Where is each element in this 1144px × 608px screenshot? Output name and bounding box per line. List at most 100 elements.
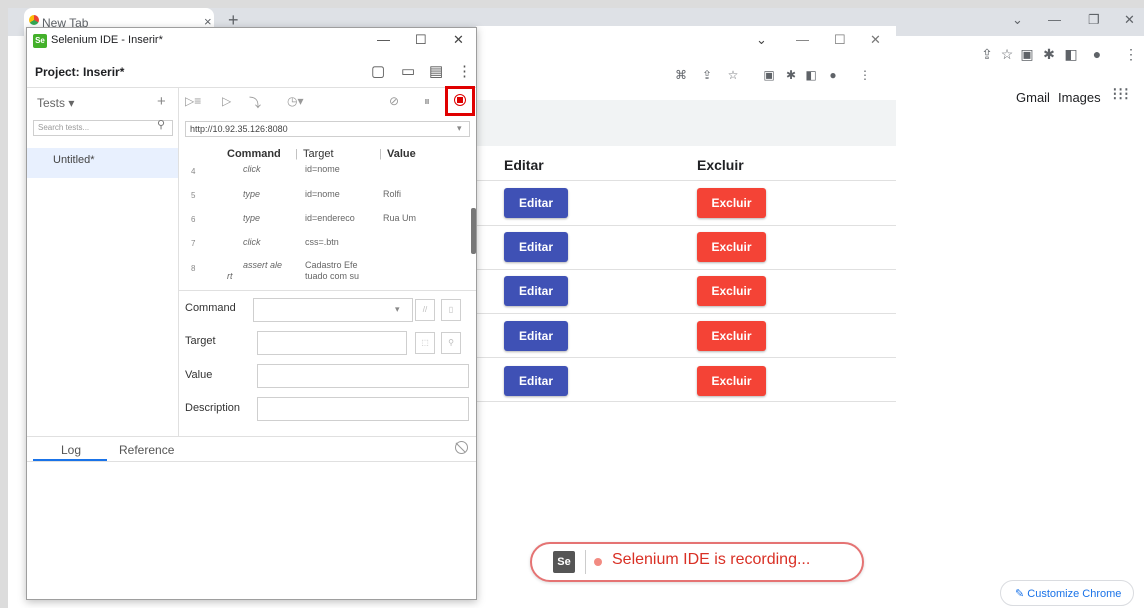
selenium-ide-window: Se Selenium IDE - Inserir* — ☐ ✕ Project… [26,27,477,600]
share-icon[interactable]: ⇪ [978,46,996,63]
delete-button[interactable]: Excluir [697,276,766,306]
command-grid-scrollbar[interactable] [471,208,476,254]
app-profile-icon[interactable]: ● [824,68,842,82]
find-target-icon[interactable]: ⚲ [441,332,461,354]
app-close-icon[interactable]: ✕ [870,32,881,48]
command-name[interactable]: click [243,164,261,174]
side-panel-icon[interactable]: ◧ [1062,46,1080,63]
column-header-editar: Editar [504,157,544,173]
command-name[interactable]: type [243,213,260,223]
apps-grid-icon[interactable]: ⁝⁝⁝ [1112,84,1129,105]
tab-reference[interactable]: Reference [119,443,174,457]
delete-button[interactable]: Excluir [697,366,766,396]
app-share-icon[interactable]: ⇪ [698,68,716,82]
grid-header-target: Target [303,148,334,160]
tab-log[interactable]: Log [61,443,81,457]
customize-chrome-button[interactable]: ✎ Customize Chrome [1000,580,1134,606]
command-name[interactable]: click [243,237,261,247]
pill-divider [585,550,586,574]
grid-column-divider: | [379,148,382,160]
app-extension-icon[interactable]: ▣ [760,68,778,82]
minimize-icon[interactable]: — [1048,12,1061,27]
edit-button[interactable]: Editar [504,232,568,262]
chevron-down-icon[interactable]: ⌄ [1012,12,1023,28]
command-target[interactable]: id=nome [305,189,340,199]
customize-label: Customize Chrome [1027,588,1122,600]
command-name[interactable]: assert ale [243,260,282,270]
command-value[interactable]: Rolfi [383,189,401,199]
app-kebab-icon[interactable]: ⋮ [856,68,874,82]
speed-timer-icon[interactable]: ◷▾ [287,94,304,108]
disable-breakpoints-icon[interactable]: ⊘ [389,94,399,108]
edit-button[interactable]: Editar [504,366,568,396]
tests-dropdown[interactable]: Tests ▾ [37,96,74,110]
new-project-icon[interactable]: ▢ [371,62,385,80]
search-tests-input[interactable]: Search tests... [33,120,173,136]
chrome-icon [28,14,40,26]
more-options-icon[interactable]: ⋮ [457,62,472,80]
images-link[interactable]: Images [1058,90,1101,105]
kebab-menu-icon[interactable]: ⋮ [1122,46,1140,63]
close-window-icon[interactable]: ✕ [1124,12,1135,28]
app-side-panel-icon[interactable]: ◧ [802,68,820,82]
command-row-number: 7 [191,239,196,248]
pause-on-exception-icon[interactable]: ⏸ [424,94,430,109]
delete-button[interactable]: Excluir [697,188,766,218]
ide-close-icon[interactable]: ✕ [453,32,464,48]
app-maximize-icon[interactable]: ☐ [834,32,846,48]
project-name[interactable]: Project: Inserir* [35,65,124,79]
star-icon[interactable]: ☆ [998,46,1016,63]
command-dropdown-icon[interactable]: ▾ [395,304,400,315]
grid-column-divider: | [295,148,298,160]
edit-button[interactable]: Editar [504,321,568,351]
command-target[interactable]: id=endereco [305,213,355,223]
delete-button[interactable]: Excluir [697,321,766,351]
command-select[interactable] [253,298,413,322]
command-row-number: 4 [191,167,196,176]
app-star-icon[interactable]: ☆ [724,68,742,82]
command-target[interactable]: css=.btn [305,237,339,247]
profile-icon[interactable]: ● [1088,46,1106,62]
command-row-number: 8 [191,264,196,273]
toggle-comment-icon[interactable]: // [415,299,435,321]
save-project-icon[interactable]: ▤ [429,62,443,80]
run-all-tests-icon[interactable]: ▷≡ [185,94,201,108]
target-field-label: Target [185,335,216,347]
open-project-icon[interactable]: ▭ [401,62,415,80]
edit-button[interactable]: Editar [504,188,568,218]
translate-icon[interactable]: ⌘ [672,68,690,82]
restore-icon[interactable]: ❐ [1088,12,1100,28]
app-minimize-icon[interactable]: — [796,32,809,47]
grid-header-command: Command [227,148,281,160]
command-target[interactable]: id=nome [305,164,340,174]
recording-dot-icon [594,558,602,566]
description-input[interactable] [257,397,469,421]
select-target-icon[interactable]: ⬚ [415,332,435,354]
ide-maximize-icon[interactable]: ☐ [415,32,427,48]
add-test-icon[interactable]: + [157,93,166,110]
ide-minimize-icon[interactable]: — [377,32,390,47]
description-field-label: Description [185,402,241,414]
row-divider [476,269,896,270]
run-current-test-icon[interactable]: ▷ [222,94,231,108]
app-chevron-icon[interactable]: ⌄ [756,32,767,48]
app-window-titlebar [476,26,896,54]
target-input[interactable] [257,331,407,355]
delete-button[interactable]: Excluir [697,232,766,262]
open-reference-icon[interactable]: ▯ [441,299,461,321]
url-dropdown-icon[interactable]: ▾ [457,123,462,134]
base-url-input[interactable]: http://10.92.35.126:8080 [185,121,470,137]
gmail-link[interactable]: Gmail [1016,90,1050,105]
edit-button[interactable]: Editar [504,276,568,306]
app-puzzle-icon[interactable]: ✱ [782,68,800,82]
command-name[interactable]: type [243,189,260,199]
row-divider [476,225,896,226]
value-input[interactable] [257,364,469,388]
command-target-wrap: tuado com su [305,271,360,281]
step-over-icon[interactable]: ⤵ [249,94,261,111]
extension-se-icon[interactable]: ▣ [1018,46,1036,63]
puzzle-icon[interactable]: ✱ [1040,46,1058,63]
command-value[interactable]: Rua Um [383,213,416,223]
command-target[interactable]: Cadastro Efe [305,260,358,270]
test-list-item[interactable] [27,148,178,178]
